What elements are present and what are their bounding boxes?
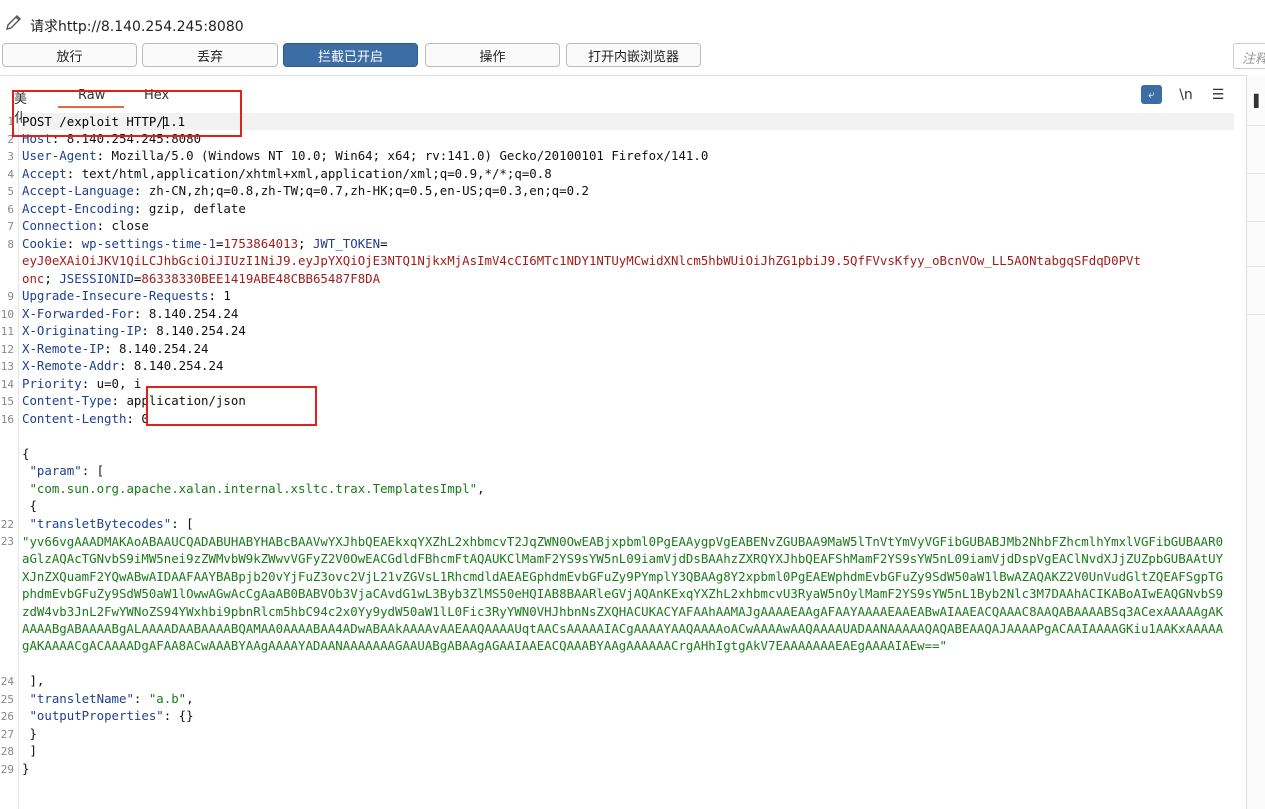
cookie-line: Cookie: wp-settings-time-1=1753864013; J… bbox=[22, 235, 388, 251]
toolbar-divider bbox=[0, 75, 1246, 76]
inspector-divider bbox=[1247, 173, 1265, 174]
open-browser-button[interactable]: 打开内嵌浏览器 bbox=[566, 43, 701, 67]
header-line: X-Originating-IP: 8.140.254.24 bbox=[22, 323, 246, 338]
gutter bbox=[18, 113, 19, 809]
json-line: { bbox=[29, 498, 37, 513]
window-title: 请求http://8.140.254.245:8080 bbox=[30, 19, 244, 35]
json-line: { bbox=[22, 445, 30, 461]
drop-button[interactable]: 丢弃 bbox=[142, 43, 278, 67]
header-line: Connection: close bbox=[22, 218, 149, 233]
header-line: Accept: text/html,application/xhtml+xml,… bbox=[22, 165, 552, 181]
json-line: "com.sun.org.apache.xalan.internal.xsltc… bbox=[29, 480, 485, 496]
cookie-line-cont: eyJ0eXAiOiJKV1QiLCJhbGciOiJIUzI1NiJ9.eyJ… bbox=[22, 253, 1141, 268]
header-line: X-Remote-Addr: 8.140.254.24 bbox=[22, 358, 224, 373]
forward-button[interactable]: 放行 bbox=[2, 43, 137, 67]
header-line: Accept-Language: zh-CN,zh;q=0.8,zh-TW;q=… bbox=[22, 183, 589, 198]
json-line: "transletName": "a.b", bbox=[29, 690, 194, 706]
json-line: "transletBytecodes": [ bbox=[29, 515, 194, 531]
inspector-icon[interactable]: ▌ bbox=[1254, 94, 1263, 108]
inspector-divider bbox=[1247, 125, 1265, 126]
title-bar: 请求http://8.140.254.245:8080 bbox=[0, 0, 1265, 40]
json-line: ] bbox=[29, 743, 37, 758]
highlight-box bbox=[12, 90, 242, 137]
json-line: "outputProperties": {} bbox=[29, 708, 194, 723]
intercept-toggle-button[interactable]: 拦截已开启 bbox=[283, 43, 418, 67]
highlight-box bbox=[146, 386, 317, 426]
header-line: X-Forwarded-For: 8.140.254.24 bbox=[22, 305, 239, 321]
header-line: User-Agent: Mozilla/5.0 (Windows NT 10.0… bbox=[22, 148, 709, 163]
inspector-divider bbox=[1247, 266, 1265, 267]
inspector-panel: ▌ bbox=[1247, 76, 1265, 809]
cookie-line-cont: onc; JSESSIONID=86338330BEE1419ABE48CBB6… bbox=[22, 270, 381, 286]
header-line: Accept-Encoding: gzip, deflate bbox=[22, 200, 246, 216]
newline-icon[interactable]: \n bbox=[1176, 85, 1196, 105]
json-line: "param": [ bbox=[29, 463, 105, 478]
json-line: ], bbox=[29, 673, 45, 688]
header-line: Upgrade-Insecure-Requests: 1 bbox=[22, 288, 231, 303]
inspector-divider bbox=[1247, 314, 1265, 315]
pencil-icon bbox=[6, 15, 21, 30]
request-editor[interactable]: 1 POST /exploit HTTP/1.1 2 Host: 8.140.2… bbox=[0, 113, 1246, 809]
wrap-lines-icon[interactable]: ⤶ bbox=[1141, 85, 1162, 104]
action-button[interactable]: 操作 bbox=[425, 43, 560, 67]
json-line: } bbox=[29, 725, 37, 741]
bytecodes-value: "yv66vgAAADMAKAoABAAUCQADABUHABYHABcBAAV… bbox=[22, 534, 1224, 654]
inspector-divider bbox=[1247, 221, 1265, 222]
header-line: X-Remote-IP: 8.140.254.24 bbox=[22, 340, 209, 356]
json-line: } bbox=[22, 760, 30, 776]
comment-field[interactable]: 注释 bbox=[1233, 43, 1265, 69]
menu-icon[interactable]: ☰ bbox=[1208, 85, 1228, 105]
